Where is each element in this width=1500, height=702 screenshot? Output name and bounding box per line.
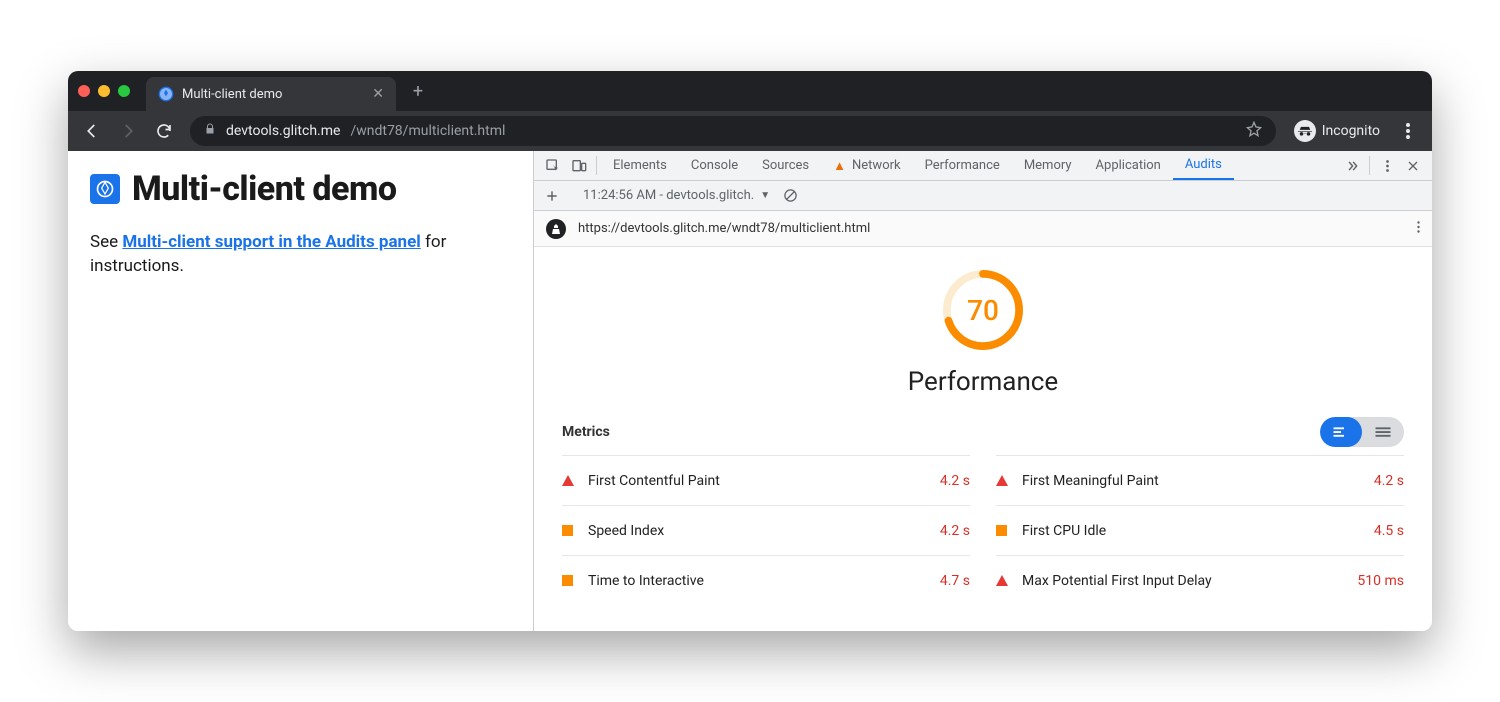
lock-icon	[204, 122, 216, 140]
browser-window: Multi-client demo ✕ + devtools.glitch.me…	[68, 71, 1432, 631]
devtools-close-button[interactable]	[1400, 151, 1426, 180]
close-window-button[interactable]	[78, 85, 90, 97]
page-body: See Multi-client support in the Audits p…	[90, 231, 511, 279]
audit-report: 70 Performance Metrics	[534, 247, 1432, 631]
audits-toolbar: 11:24:56 AM - devtools.glitch. ▼	[534, 181, 1432, 211]
triangle-fail-icon	[562, 475, 574, 487]
page-body-pre: See	[90, 232, 122, 252]
forward-button[interactable]	[112, 115, 144, 147]
square-average-icon	[562, 575, 574, 587]
metric-row[interactable]: First Contentful Paint 4.2 s	[562, 455, 970, 505]
metric-name: Speed Index	[588, 523, 926, 539]
tab-strip: Multi-client demo ✕ +	[68, 71, 1432, 111]
metric-name: First Contentful Paint	[588, 473, 926, 489]
back-button[interactable]	[76, 115, 108, 147]
tab-application[interactable]: Application	[1084, 151, 1173, 180]
audit-report-label: 11:24:56 AM - devtools.glitch.	[583, 188, 754, 203]
metric-name: Max Potential First Input Delay	[1022, 573, 1343, 589]
more-tabs-button[interactable]	[1339, 151, 1365, 180]
new-tab-button[interactable]: +	[404, 77, 432, 105]
tab-network[interactable]: ▲Network	[821, 151, 912, 180]
performance-gauge: 70	[940, 267, 1026, 353]
metric-row[interactable]: Speed Index 4.2 s	[562, 505, 970, 555]
tab-memory[interactable]: Memory	[1012, 151, 1084, 180]
audit-url-bar: https://devtools.glitch.me/wndt78/multic…	[534, 211, 1432, 247]
tab-title: Multi-client demo	[182, 87, 282, 102]
view-expanded-button[interactable]	[1362, 417, 1404, 447]
page-link[interactable]: Multi-client support in the Audits panel	[122, 232, 420, 252]
clear-audit-button[interactable]	[780, 188, 800, 203]
tab-audits[interactable]: Audits	[1173, 151, 1234, 180]
metrics-view-toggle[interactable]	[1320, 417, 1404, 447]
metric-row[interactable]: First Meaningful Paint 4.2 s	[996, 455, 1404, 505]
url-host: devtools.glitch.me	[226, 123, 340, 139]
tab-elements[interactable]: Elements	[601, 151, 679, 180]
metric-name: Time to Interactive	[588, 573, 926, 589]
metric-value: 4.2 s	[940, 523, 970, 539]
tab-console[interactable]: Console	[679, 151, 750, 180]
tab-sources[interactable]: Sources	[750, 151, 821, 180]
new-audit-button[interactable]	[542, 189, 562, 203]
view-concise-button[interactable]	[1320, 417, 1362, 447]
devtools-tabbar: Elements Console Sources ▲Network Perfor…	[534, 151, 1432, 181]
metric-name: First CPU Idle	[1022, 523, 1360, 539]
warning-icon: ▲	[833, 158, 846, 174]
triangle-fail-icon	[996, 575, 1008, 587]
reload-button[interactable]	[148, 115, 180, 147]
chevron-down-icon: ▼	[760, 190, 770, 201]
tab-performance[interactable]: Performance	[913, 151, 1012, 180]
metric-value: 4.2 s	[940, 473, 970, 489]
incognito-icon	[1294, 120, 1316, 142]
metric-value: 510 ms	[1357, 573, 1404, 589]
content-area: Multi-client demo See Multi-client suppo…	[68, 151, 1432, 631]
devtools-panel: Elements Console Sources ▲Network Perfor…	[533, 151, 1432, 631]
audit-url-menu-button[interactable]	[1417, 220, 1420, 238]
square-average-icon	[996, 525, 1008, 537]
metric-row[interactable]: Time to Interactive 4.7 s	[562, 555, 970, 605]
audit-report-dropdown[interactable]: 11:24:56 AM - devtools.glitch. ▼	[583, 188, 770, 203]
performance-score: 70	[940, 267, 1026, 353]
url-path: /wndt78/multiclient.html	[350, 123, 505, 139]
inspect-element-button[interactable]	[540, 151, 566, 180]
metric-value: 4.5 s	[1374, 523, 1404, 539]
page-viewport: Multi-client demo See Multi-client suppo…	[68, 151, 533, 631]
lighthouse-icon	[546, 219, 566, 239]
performance-label: Performance	[908, 367, 1058, 397]
metric-value: 4.7 s	[940, 573, 970, 589]
incognito-label: Incognito	[1322, 123, 1380, 139]
page-logo-icon	[90, 174, 120, 204]
bookmark-icon[interactable]	[1246, 121, 1262, 141]
devtools-menu-button[interactable]	[1374, 151, 1400, 180]
active-tab[interactable]: Multi-client demo ✕	[146, 77, 396, 111]
favicon-icon	[158, 86, 174, 102]
address-bar[interactable]: devtools.glitch.me/wndt78/multiclient.ht…	[190, 116, 1276, 146]
device-toolbar-button[interactable]	[566, 151, 592, 180]
audit-url: https://devtools.glitch.me/wndt78/multic…	[578, 221, 870, 236]
metrics-heading: Metrics	[562, 424, 610, 440]
metric-row[interactable]: First CPU Idle 4.5 s	[996, 505, 1404, 555]
page-title: Multi-client demo	[132, 169, 397, 209]
triangle-fail-icon	[996, 475, 1008, 487]
metric-value: 4.2 s	[1374, 473, 1404, 489]
metric-name: First Meaningful Paint	[1022, 473, 1360, 489]
close-tab-button[interactable]: ✕	[372, 86, 384, 102]
square-average-icon	[562, 525, 574, 537]
metric-row[interactable]: Max Potential First Input Delay 510 ms	[996, 555, 1404, 605]
minimize-window-button[interactable]	[98, 85, 110, 97]
metrics-grid: First Contentful Paint 4.2 s Speed Index 4.…	[562, 455, 1404, 605]
browser-toolbar: devtools.glitch.me/wndt78/multiclient.ht…	[68, 111, 1432, 151]
incognito-indicator: Incognito	[1286, 120, 1388, 142]
browser-menu-button[interactable]	[1392, 115, 1424, 147]
window-controls	[78, 85, 130, 97]
maximize-window-button[interactable]	[118, 85, 130, 97]
